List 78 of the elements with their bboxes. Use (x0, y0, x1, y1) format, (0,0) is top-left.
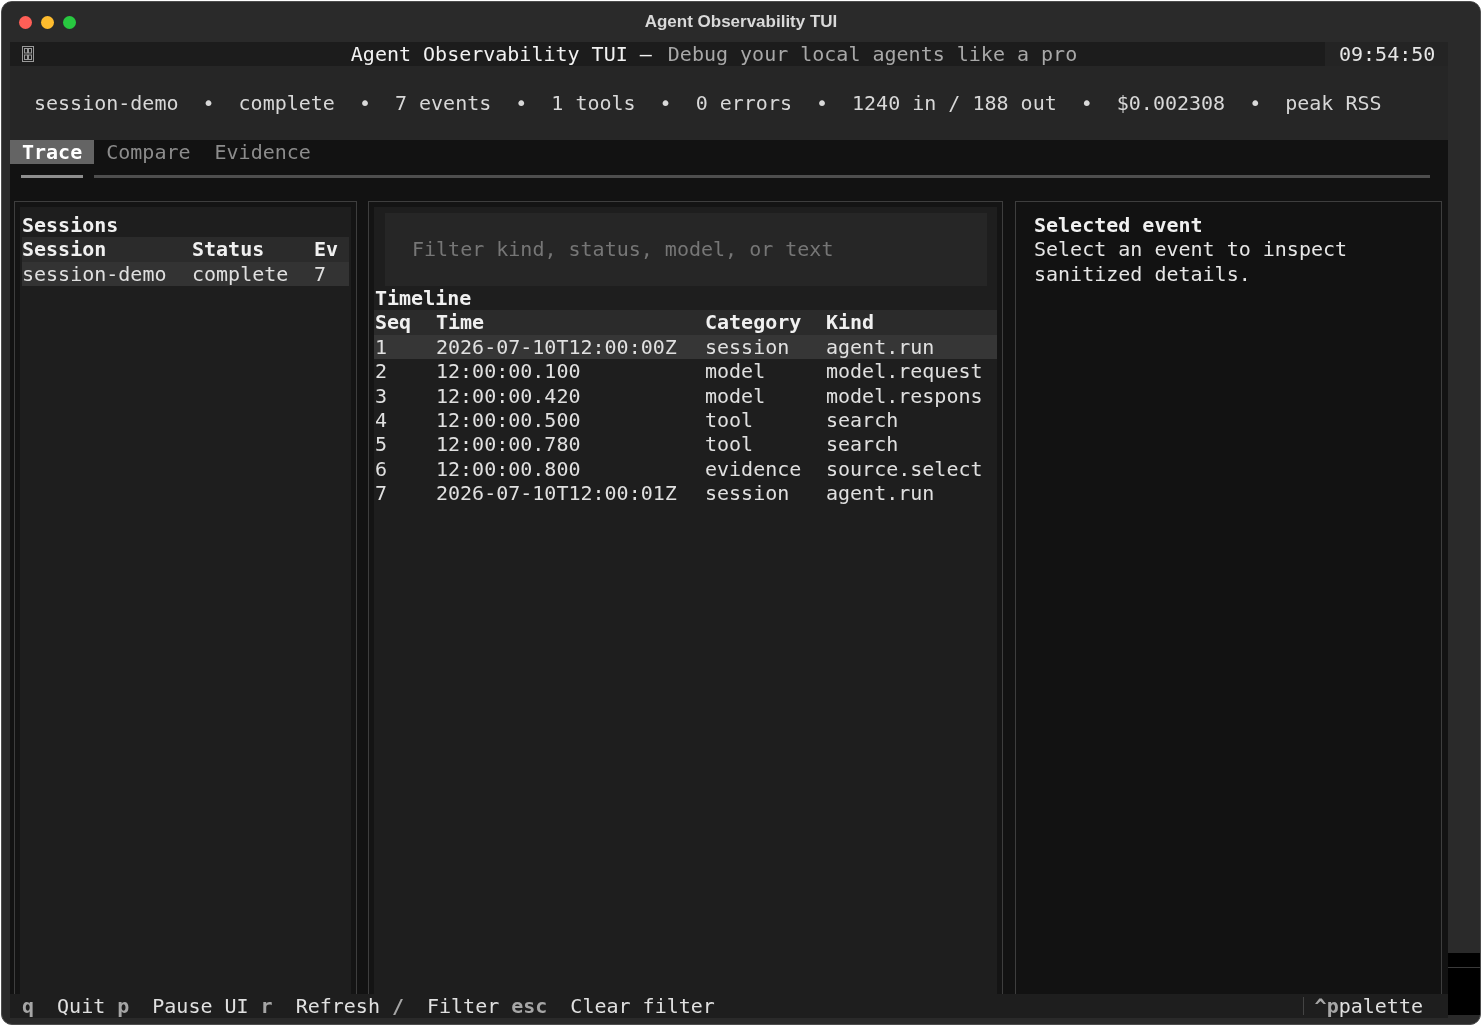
footer-binding[interactable]: / Filter (379, 993, 500, 1018)
table-cell-text: 3 (374, 383, 389, 408)
table-cell-text: model.respons (826, 383, 984, 408)
table-cell-text: model (705, 383, 767, 408)
bullet-separator: • (815, 90, 828, 116)
footer-binding[interactable]: q Quit (10, 993, 106, 1018)
table-cell-text: 2026-07-10T12:00:00Z (436, 334, 678, 360)
tab[interactable]: Compare (94, 139, 203, 164)
stat-text: 7 events (394, 90, 492, 116)
column-header: Status (192, 237, 266, 262)
bullet-separator: • (202, 90, 215, 116)
table-row[interactable]: 1 2026-07-10T12:00:00Z session agent.run (374, 334, 997, 360)
footer-binding[interactable]: esc Clear filter (499, 993, 715, 1018)
column-header: Session (22, 237, 108, 262)
stat-text: $0.002308 (1116, 90, 1226, 116)
bullet-separator: • (659, 90, 672, 116)
table-cell-text: 2026-07-10T12:00:01Z (436, 481, 678, 506)
table-cell-text: 12:00:00.100 (436, 359, 582, 384)
bullet-separator: • (1080, 90, 1093, 116)
column-header: Ev (314, 237, 340, 262)
table-cell-text: agent.run (826, 334, 936, 360)
tab[interactable]: Evidence (202, 139, 323, 164)
table-cell-text: 12:00:00.780 (436, 432, 582, 457)
column-header: Kind (826, 310, 876, 335)
panel-title: Sessions (22, 212, 120, 238)
table-cell-text: search (826, 432, 900, 457)
table-cell-text: 7 (374, 481, 389, 506)
close-button[interactable] (19, 15, 32, 29)
maximize-button[interactable] (63, 15, 76, 29)
table-cell-text: 1 (374, 334, 389, 360)
footer-binding[interactable]: p Pause UI (105, 993, 249, 1018)
tab-underline (21, 174, 84, 178)
column-header: Seq (374, 310, 413, 335)
palette-button[interactable]: ^ppalette (1314, 993, 1423, 1018)
detail-text: Select an event to inspect sanitized details. (1034, 237, 1349, 286)
panel-title: Timeline (374, 285, 473, 311)
table-cell-text: source.select (826, 456, 984, 482)
table-cell-text: session (705, 334, 791, 360)
table-row[interactable]: session-demo complete 7 (22, 261, 349, 286)
stat-text: session-demo (34, 90, 179, 116)
stat-text: peak RSS (1285, 90, 1382, 116)
glyph-box-icon (22, 46, 34, 63)
dark-strip (1448, 953, 1480, 1015)
footer-binding[interactable]: r Refresh (248, 993, 380, 1018)
table-cell-text: 2 (374, 359, 389, 384)
table-cell-text: 12:00:00.500 (436, 407, 582, 433)
table-cell-text: session-demo (22, 261, 168, 286)
panel-title: Selected event (1034, 212, 1204, 238)
header-title: Agent Observability TUI — Debug your local agents like a pro (350, 42, 1078, 67)
stat-text: complete (238, 90, 335, 116)
tab[interactable]: Trace (10, 139, 95, 164)
table-cell-text: tool (705, 407, 755, 433)
table-cell-text: session (705, 481, 791, 506)
table-cell-text: 6 (374, 456, 389, 482)
table-cell-text: model (705, 359, 767, 384)
table-cell-text: search (826, 407, 900, 433)
table-cell-text: agent.run (826, 481, 936, 506)
table-cell-text: tool (705, 432, 755, 457)
clock-text: 09:54:50 (1339, 42, 1436, 67)
bullet-separator: • (1249, 90, 1262, 116)
table-cell-text: 12:00:00.800 (436, 456, 582, 482)
bullet-separator: • (515, 90, 528, 116)
table-cell-text: 12:00:00.420 (436, 383, 582, 408)
table-cell-text: 7 (314, 261, 328, 286)
window-title: Agent Observability TUI (644, 11, 838, 34)
stat-text: 1240 in / 188 out (852, 90, 1057, 116)
minimize-button[interactable] (41, 15, 54, 29)
bullet-separator: • (358, 90, 371, 116)
table-cell-text: 5 (374, 432, 389, 457)
table-cell-text: complete (192, 261, 290, 286)
stat-text: 0 errors (695, 90, 792, 116)
table-cell-text: model.request (826, 359, 984, 384)
table-cell-text: evidence (705, 456, 803, 482)
column-header: Time (436, 310, 486, 335)
stat-text: 1 tools (551, 90, 636, 116)
filter-field[interactable]: Filter kind, status, model, or text (385, 212, 987, 286)
table-cell-text: 4 (374, 407, 389, 433)
column-header: Category (705, 310, 803, 335)
